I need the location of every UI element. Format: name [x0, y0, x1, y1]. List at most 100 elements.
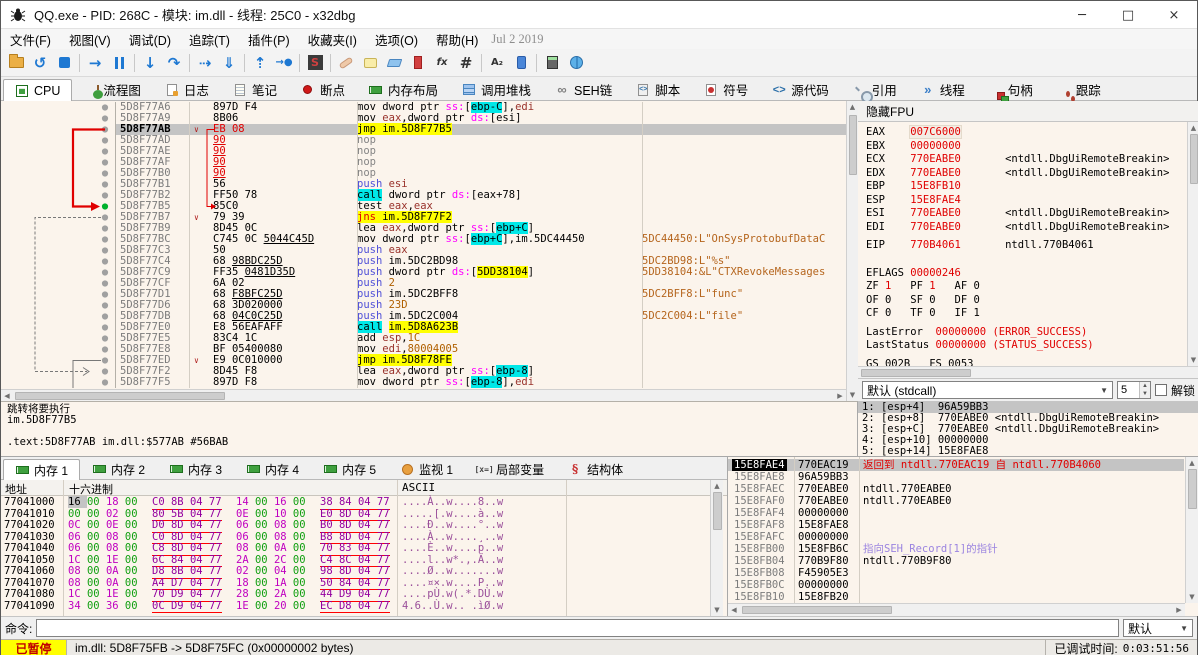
register-line[interactable]: CF 0 TF 0 IF 1 [866, 307, 1191, 321]
command-mode-select[interactable]: 默认 ▼ [1123, 619, 1193, 637]
hide-fpu-button[interactable]: 隐藏FPU [858, 101, 1198, 122]
stack-row[interactable]: 15E8FAE4 770EAC19 返回到 ntdll.770EAC19 自 ntd… [728, 459, 1184, 471]
internet-button[interactable] [564, 51, 588, 75]
unlock-checkbox[interactable] [1154, 384, 1167, 396]
tab-cpu[interactable]: CPU [3, 79, 73, 101]
pause-button[interactable] [107, 51, 131, 75]
tab-seh[interactable]: ∞ SEH链 [543, 78, 624, 100]
menu-item-视[interactable]: 视图(V) [60, 28, 120, 51]
tab-log[interactable]: 日志 [153, 78, 221, 100]
menu-item-调[interactable]: 调试(D) [120, 28, 180, 51]
register-line[interactable]: EBP 15E8FB10 [866, 180, 1191, 194]
registers-hscrollbar[interactable] [858, 366, 1198, 378]
stack-row[interactable]: 15E8FB0C 00000000 [728, 579, 1184, 591]
modules-button[interactable] [509, 51, 533, 75]
register-line[interactable]: OF 0 SF 0 DF 0 [866, 294, 1191, 308]
tab-graph[interactable]: 流程图 [72, 78, 153, 100]
tab-call-stack[interactable]: 调用堆栈 [450, 78, 543, 100]
tab-dump-3[interactable]: 内存 3 [157, 458, 234, 479]
menu-item-插[interactable]: 插件(P) [239, 28, 299, 51]
functions-button[interactable]: fx [430, 51, 454, 75]
run-button[interactable]: → [83, 51, 107, 75]
register-line[interactable]: EFLAGS 00000246 [866, 267, 1191, 281]
stack-vscrollbar[interactable]: ▲ ▼ [1185, 457, 1198, 603]
menu-item-追[interactable]: 追踪(T) [180, 28, 239, 51]
minimize-button[interactable]: ─ [1059, 1, 1105, 29]
tab-locals[interactable]: [x=] 局部变量 [465, 458, 556, 479]
labels-button[interactable] [382, 51, 406, 75]
registers-pane[interactable]: 隐藏FPU EAX 007C6000 EBX 00000000 ECX 770EAB… [858, 101, 1198, 457]
memory-dump-pane[interactable]: 内存 1 内存 2 内存 3 内存 4 内存 5 监视 1 [x=] 局部变量 § 结构体 地址 … [1, 456, 728, 616]
restart-button[interactable]: ↺ [28, 51, 52, 75]
register-line[interactable]: ESP 15E8FAE4 [866, 194, 1191, 208]
stack-arguments[interactable]: 1: [esp+4] 96A59BB3 2: [esp+8] 770EABE0 <… [858, 401, 1198, 457]
open-file-button[interactable] [4, 51, 28, 75]
menu-item-选[interactable]: 选项(O) [366, 28, 427, 51]
tab-handles[interactable]: 句柄 [977, 78, 1045, 104]
settings-button[interactable]: S [303, 51, 327, 75]
close-button[interactable]: × [1151, 1, 1197, 29]
menu-item-收[interactable]: 收藏夹(I) [299, 28, 366, 51]
disassembly-hscrollbar[interactable]: ◀ ▶ [1, 389, 846, 401]
tab-symbols[interactable]: 符号 [692, 78, 760, 100]
stepper-up-icon[interactable]: ▲ [1139, 382, 1150, 390]
tab-references[interactable]: 引用 [841, 78, 909, 103]
calculator-button[interactable] [540, 51, 564, 75]
stack-row[interactable]: 15E8FB08 F45905E3 [728, 567, 1184, 579]
stepper-down-icon[interactable]: ▼ [1139, 390, 1150, 398]
patches-button[interactable] [334, 51, 358, 75]
tab-watch-1[interactable]: 监视 1 [388, 458, 465, 479]
stack-row[interactable]: 15E8FAF0 770EABE0 ntdll.770EABE0 [728, 495, 1184, 507]
register-line[interactable]: EDI 770EABE0 <ntdll.DbgUiRemoteBreakin> [866, 221, 1191, 235]
menu-item-文[interactable]: 文件(F) [1, 28, 60, 51]
disasm-row[interactable]: 5D8F77F5 897D F8 mov dword ptr ss:[ebp-8],… [116, 376, 846, 388]
title-bar[interactable]: QQ.exe - PID: 268C - 模块: im.dll - 线程: 25… [1, 1, 1197, 29]
tab-dump-1[interactable]: 内存 1 [3, 459, 81, 480]
stack-row[interactable]: 15E8FAFC 00000000 [728, 531, 1184, 543]
stack-hscrollbar[interactable]: ◀ ▶ [728, 603, 1185, 616]
dump-row[interactable]: 77041090 34 00 36 00 0C D9 04 77 1E 00 20 0… [1, 600, 710, 613]
register-line[interactable]: EIP 770B4061 ntdll.770B4061 [866, 239, 1191, 253]
disassembly-pane[interactable]: 5D8F77A6 897D F4 mov dword ptr ss:[ebp-C],… [1, 101, 858, 401]
tab-source[interactable]: <> 源代码 [760, 78, 841, 100]
step-into-button[interactable]: ↓ [138, 51, 162, 75]
execute-till-return-button[interactable]: ⇓ [217, 51, 241, 75]
stack-row[interactable]: 15E8FB00 15E8FB6C 指向SEH_Record[1]的指针 [728, 543, 1184, 555]
tab-trace[interactable]: 跟踪 [1045, 78, 1113, 102]
stack-row[interactable]: 15E8FAEC 770EABE0 ntdll.770EABE0 [728, 483, 1184, 495]
stack-row[interactable]: 15E8FAF4 00000000 [728, 507, 1184, 519]
tab-memory-map[interactable]: 内存布局 [357, 78, 450, 100]
attach-button[interactable]: →● [272, 51, 296, 75]
register-line[interactable]: LastError 00000000 (ERROR_SUCCESS) [866, 326, 1191, 340]
stack-row[interactable]: 15E8FAE8 96A59BB3 [728, 471, 1184, 483]
register-line[interactable]: EBX 00000000 [866, 140, 1191, 154]
tab-notes[interactable]: 笔记 [221, 78, 289, 100]
calling-convention-select[interactable]: 默认 (stdcall) ▼ [862, 381, 1113, 399]
register-line[interactable]: ESI 770EABE0 <ntdll.DbgUiRemoteBreakin> [866, 207, 1191, 221]
disassembly-vscrollbar[interactable]: ▲ ▼ [846, 101, 858, 401]
tab-threads[interactable]: » 线程 [909, 78, 977, 100]
tab-dump-4[interactable]: 内存 4 [234, 458, 311, 479]
menu-item-帮[interactable]: 帮助(H) [427, 28, 487, 51]
register-line[interactable]: LastStatus 00000000 (STATUS_SUCCESS) [866, 339, 1191, 353]
tab-struct[interactable]: § 结构体 [556, 458, 635, 479]
stack-row[interactable]: 15E8FB10 15E8FB20 [728, 591, 1184, 603]
register-line[interactable]: ECX 770EABE0 <ntdll.DbgUiRemoteBreakin> [866, 153, 1191, 167]
stack-row[interactable]: 15E8FB04 770B9F80 ntdll.770B9F80 [728, 555, 1184, 567]
comments-button[interactable] [358, 51, 382, 75]
stack-pane[interactable]: 15E8FAE4 770EAC19 返回到 ntdll.770EAC19 自 ntd… [728, 456, 1198, 616]
registers-vscrollbar[interactable]: ▲ ▼ [1187, 122, 1198, 366]
dump-vscrollbar[interactable]: ▲ ▼ [710, 480, 723, 616]
run-to-user-code-button[interactable]: ⇢ [193, 51, 217, 75]
step-out-button[interactable]: ⇡ [248, 51, 272, 75]
command-input[interactable] [36, 619, 1119, 637]
tab-dump-5[interactable]: 内存 5 [311, 458, 388, 479]
tab-dump-2[interactable]: 内存 2 [80, 458, 157, 479]
register-line[interactable]: EDX 770EABE0 <ntdll.DbgUiRemoteBreakin> [866, 167, 1191, 181]
arg-count-stepper[interactable]: 5 ▲ ▼ [1116, 381, 1151, 399]
hash-button[interactable]: # [454, 51, 478, 75]
strings-button[interactable]: A₂ [485, 51, 509, 75]
maximize-button[interactable]: □ [1105, 1, 1151, 29]
tab-breakpoints[interactable]: 断点 [289, 78, 357, 100]
tab-script[interactable]: <> 脚本 [624, 78, 692, 100]
